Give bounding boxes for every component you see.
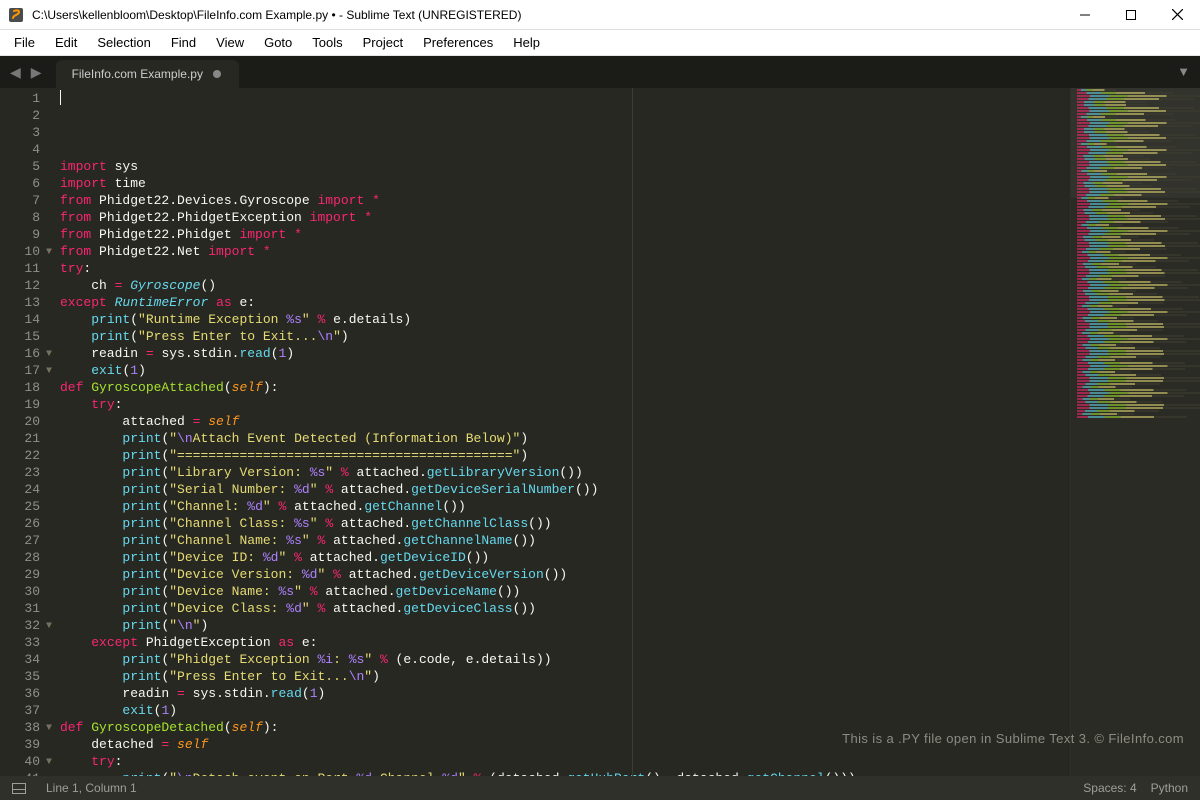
code-line: attached = self xyxy=(60,413,1070,430)
menu-edit[interactable]: Edit xyxy=(45,32,87,53)
menu-tools[interactable]: Tools xyxy=(302,32,352,53)
menu-file[interactable]: File xyxy=(4,32,45,53)
panel-switcher-icon[interactable] xyxy=(12,783,26,794)
nav-back-icon[interactable]: ◀ xyxy=(10,64,21,81)
code-editor[interactable]: import sysimport timefrom Phidget22.Devi… xyxy=(54,88,1070,776)
code-line: readin = sys.stdin.read(1) xyxy=(60,685,1070,702)
code-line: print("\nAttach Event Detected (Informat… xyxy=(60,430,1070,447)
window-close-button[interactable] xyxy=(1154,0,1200,29)
code-line: import time xyxy=(60,175,1070,192)
code-line: ch = Gyroscope() xyxy=(60,277,1070,294)
nav-forward-icon[interactable]: ▶ xyxy=(31,64,42,81)
window-titlebar: C:\Users\kellenbloom\Desktop\FileInfo.co… xyxy=(0,0,1200,30)
code-line: from Phidget22.Devices.Gyroscope import … xyxy=(60,192,1070,209)
window-title: C:\Users\kellenbloom\Desktop\FileInfo.co… xyxy=(32,8,1062,22)
menu-bar: FileEditSelectionFindViewGotoToolsProjec… xyxy=(0,30,1200,56)
code-line: except RuntimeError as e: xyxy=(60,294,1070,311)
window-maximize-button[interactable] xyxy=(1108,0,1154,29)
code-line: def GyroscopeAttached(self): xyxy=(60,379,1070,396)
code-line: print("Device Class: %d" % attached.getD… xyxy=(60,600,1070,617)
code-line: print("\n") xyxy=(60,617,1070,634)
code-line: from Phidget22.Phidget import * xyxy=(60,226,1070,243)
menu-project[interactable]: Project xyxy=(353,32,413,53)
code-line: print("\nDetach event on Port %d Channel… xyxy=(60,770,1070,776)
menu-view[interactable]: View xyxy=(206,32,254,53)
code-line: print("Device Name: %s" % attached.getDe… xyxy=(60,583,1070,600)
status-bar: Line 1, Column 1 Spaces: 4 Python xyxy=(0,776,1200,800)
fold-icon[interactable]: ▼ xyxy=(46,363,52,380)
app-logo-icon xyxy=(8,7,24,23)
fold-icon[interactable]: ▼ xyxy=(46,618,52,635)
code-line: from Phidget22.Net import * xyxy=(60,243,1070,260)
code-line: exit(1) xyxy=(60,362,1070,379)
dirty-indicator-icon xyxy=(213,70,221,78)
code-line: print("Channel: %d" % attached.getChanne… xyxy=(60,498,1070,515)
status-cursor-position[interactable]: Line 1, Column 1 xyxy=(46,781,137,795)
code-line: from Phidget22.PhidgetException import * xyxy=(60,209,1070,226)
menu-selection[interactable]: Selection xyxy=(87,32,160,53)
file-tab[interactable]: FileInfo.com Example.py xyxy=(56,60,239,88)
code-line: print("Channel Name: %s" % attached.getC… xyxy=(60,532,1070,549)
fold-icon[interactable]: ▼ xyxy=(46,720,52,737)
menu-goto[interactable]: Goto xyxy=(254,32,302,53)
code-line: except PhidgetException as e: xyxy=(60,634,1070,651)
line-number-gutter: 12345678910▼111213141516▼17▼181920212223… xyxy=(0,88,54,776)
code-line: try: xyxy=(60,396,1070,413)
column-ruler xyxy=(632,88,633,776)
tab-overflow-icon[interactable]: ▼ xyxy=(1177,64,1190,79)
code-line: def GyroscopeDetached(self): xyxy=(60,719,1070,736)
code-line: print("=================================… xyxy=(60,447,1070,464)
code-line: import sys xyxy=(60,158,1070,175)
code-line: exit(1) xyxy=(60,702,1070,719)
code-line: try: xyxy=(60,260,1070,277)
fold-icon[interactable]: ▼ xyxy=(46,346,52,363)
tab-strip: ◀ ▶ FileInfo.com Example.py ▼ xyxy=(0,56,1200,88)
status-syntax[interactable]: Python xyxy=(1151,781,1188,795)
minimap[interactable] xyxy=(1070,88,1200,776)
code-line: detached = self xyxy=(60,736,1070,753)
fold-icon[interactable]: ▼ xyxy=(46,244,52,261)
code-line: print("Serial Number: %d" % attached.get… xyxy=(60,481,1070,498)
code-line: print("Press Enter to Exit...\n") xyxy=(60,328,1070,345)
menu-preferences[interactable]: Preferences xyxy=(413,32,503,53)
code-line: print("Device ID: %d" % attached.getDevi… xyxy=(60,549,1070,566)
window-minimize-button[interactable] xyxy=(1062,0,1108,29)
code-line: try: xyxy=(60,753,1070,770)
file-tab-label: FileInfo.com Example.py xyxy=(72,67,203,81)
code-line: print("Channel Class: %s" % attached.get… xyxy=(60,515,1070,532)
code-line: print("Runtime Exception %s" % e.details… xyxy=(60,311,1070,328)
text-caret xyxy=(60,90,61,105)
code-line: print("Phidget Exception %i: %s" % (e.co… xyxy=(60,651,1070,668)
editor-area[interactable]: 12345678910▼111213141516▼17▼181920212223… xyxy=(0,88,1200,776)
fold-icon[interactable]: ▼ xyxy=(46,754,52,771)
code-line: print("Device Version: %d" % attached.ge… xyxy=(60,566,1070,583)
status-indentation[interactable]: Spaces: 4 xyxy=(1083,781,1136,795)
menu-find[interactable]: Find xyxy=(161,32,206,53)
code-line: readin = sys.stdin.read(1) xyxy=(60,345,1070,362)
code-line: print("Library Version: %s" % attached.g… xyxy=(60,464,1070,481)
code-line: print("Press Enter to Exit...\n") xyxy=(60,668,1070,685)
menu-help[interactable]: Help xyxy=(503,32,550,53)
